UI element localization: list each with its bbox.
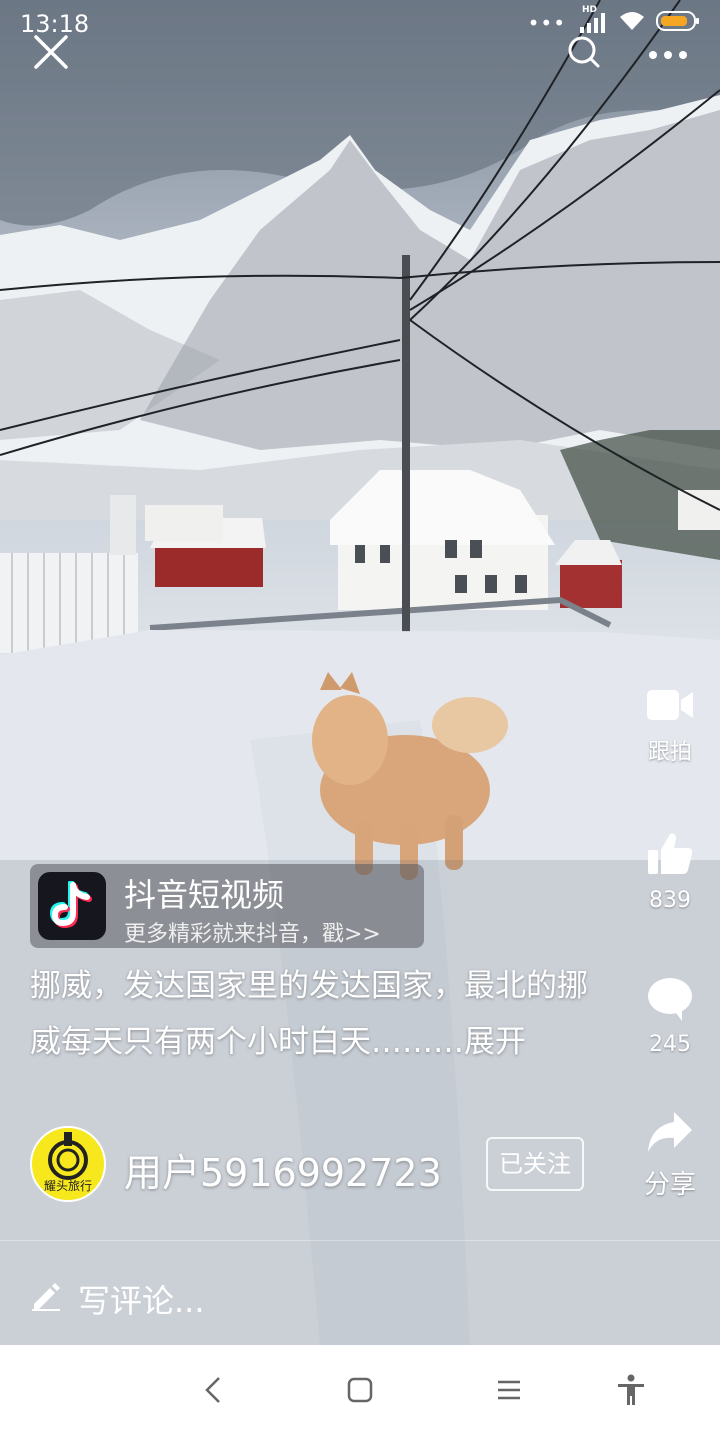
system-nav-bar xyxy=(0,1345,720,1440)
pen-icon xyxy=(30,1280,62,1316)
author-username[interactable]: 用户5916992723 xyxy=(124,1142,442,1197)
avatar-label: 耀头旅行 xyxy=(43,1179,92,1193)
wifi-icon xyxy=(618,10,646,36)
author-avatar[interactable]: 耀头旅行 xyxy=(30,1126,106,1202)
more-button[interactable] xyxy=(646,32,690,76)
comment-button[interactable]: 245 xyxy=(620,976,720,1057)
video-caption: 挪威，发达国家里的发达国家，最北的挪威每天只有两个小时白天………展开 xyxy=(30,958,590,1070)
share-button[interactable]: 分享 xyxy=(620,1110,720,1201)
comment-bubble-icon xyxy=(646,978,694,1026)
hd-label: HD xyxy=(582,5,598,15)
share-label: 分享 xyxy=(643,1170,696,1200)
menu-lines-icon xyxy=(496,1379,522,1405)
comment-count: 245 xyxy=(649,1032,691,1057)
home-button[interactable] xyxy=(335,1367,385,1417)
video-camera-icon xyxy=(645,690,695,728)
like-count: 839 xyxy=(649,888,691,913)
comment-input[interactable]: 写评论... xyxy=(0,1260,720,1335)
back-chevron-icon xyxy=(201,1375,225,1409)
duet-button[interactable]: 跟拍 xyxy=(620,686,720,766)
more-notifications-icon: ••• xyxy=(527,11,566,35)
close-icon xyxy=(32,33,70,75)
recents-button[interactable] xyxy=(484,1367,534,1417)
search-button[interactable] xyxy=(562,32,606,76)
status-bar: 13:18 ••• HD xyxy=(0,0,720,48)
duet-label: 跟拍 xyxy=(647,740,692,765)
douyin-logo-icon xyxy=(38,872,106,940)
accessibility-icon xyxy=(616,1374,646,1410)
back-button[interactable] xyxy=(188,1367,238,1417)
accessibility-button[interactable] xyxy=(606,1367,656,1417)
more-icon xyxy=(648,45,688,64)
home-square-icon xyxy=(347,1377,373,1407)
comment-placeholder: 写评论... xyxy=(78,1282,205,1320)
share-arrow-icon xyxy=(646,1112,694,1158)
expand-caption-link[interactable]: 展开 xyxy=(464,1024,526,1060)
like-button[interactable]: 839 xyxy=(620,830,720,913)
promo-subtitle: 更多精彩就来抖音，戳>> xyxy=(124,922,381,947)
divider xyxy=(0,1240,720,1241)
search-icon xyxy=(567,35,601,73)
thumbs-up-icon xyxy=(646,833,694,882)
close-button[interactable] xyxy=(29,32,73,76)
follow-button[interactable]: 已关注 xyxy=(486,1137,584,1191)
douyin-promo-card[interactable]: 抖音短视频 更多精彩就来抖音，戳>> xyxy=(30,864,424,948)
promo-title: 抖音短视频 xyxy=(124,876,285,914)
